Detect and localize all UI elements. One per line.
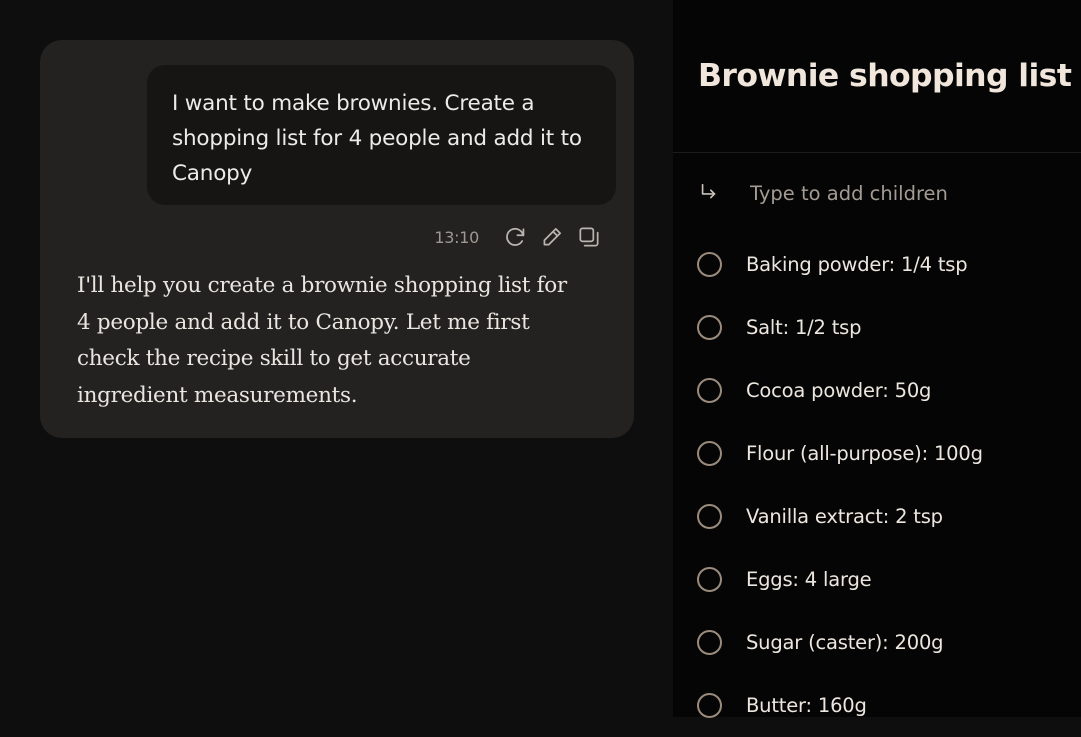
list-item[interactable]: Vanilla extract: 2 tsp [697, 485, 983, 548]
list-item-label: Vanilla extract: 2 tsp [746, 505, 943, 528]
list-item[interactable]: Cocoa powder: 50g [697, 359, 983, 422]
assistant-message-text: I'll help you create a brownie shopping … [77, 273, 567, 408]
list-title: Brownie shopping list [698, 58, 1072, 94]
list-item-label: Salt: 1/2 tsp [746, 316, 862, 339]
retry-icon[interactable] [500, 222, 530, 252]
list-item-label: Baking powder: 1/4 tsp [746, 253, 968, 276]
checkbox-circle[interactable] [697, 441, 722, 466]
add-children-row[interactable] [698, 175, 1050, 211]
copy-icon[interactable] [574, 222, 604, 252]
list-item[interactable]: Salt: 1/2 tsp [697, 296, 983, 359]
message-timestamp: 13:10 [434, 227, 479, 247]
chat-pane: I want to make brownies. Create a shoppi… [0, 0, 673, 717]
checkbox-circle[interactable] [697, 315, 722, 340]
add-children-input[interactable] [750, 181, 1050, 205]
edit-icon[interactable] [537, 222, 567, 252]
list-item-label: Sugar (caster): 200g [746, 631, 944, 654]
list-item[interactable]: Butter: 160g [697, 674, 983, 737]
list-item-label: Eggs: 4 large [746, 568, 872, 591]
checkbox-circle[interactable] [697, 567, 722, 592]
list-item-label: Butter: 160g [746, 694, 867, 717]
checkbox-circle[interactable] [697, 252, 722, 277]
user-message-text: I want to make brownies. Create a shoppi… [172, 91, 582, 186]
checkbox-circle[interactable] [697, 378, 722, 403]
return-arrow-icon [698, 178, 728, 208]
checkbox-circle[interactable] [697, 630, 722, 655]
conversation-card: I want to make brownies. Create a shoppi… [40, 40, 634, 438]
list-item[interactable]: Eggs: 4 large [697, 548, 983, 611]
checkbox-circle[interactable] [697, 504, 722, 529]
shopping-list: Baking powder: 1/4 tsp Salt: 1/2 tsp Cocoa… [697, 240, 983, 737]
user-message-bubble: I want to make brownies. Create a shoppi… [147, 65, 616, 205]
message-actions: 13:10 [434, 221, 604, 253]
checkbox-circle[interactable] [697, 693, 722, 718]
list-item[interactable]: Baking powder: 1/4 tsp [697, 233, 983, 296]
list-item[interactable]: Sugar (caster): 200g [697, 611, 983, 674]
list-item-label: Cocoa powder: 50g [746, 379, 932, 402]
list-item-label: Flour (all-purpose): 100g [746, 442, 983, 465]
divider [673, 152, 1081, 153]
list-item[interactable]: Flour (all-purpose): 100g [697, 422, 983, 485]
list-panel: Brownie shopping list Baking powder: 1/4… [673, 0, 1081, 718]
